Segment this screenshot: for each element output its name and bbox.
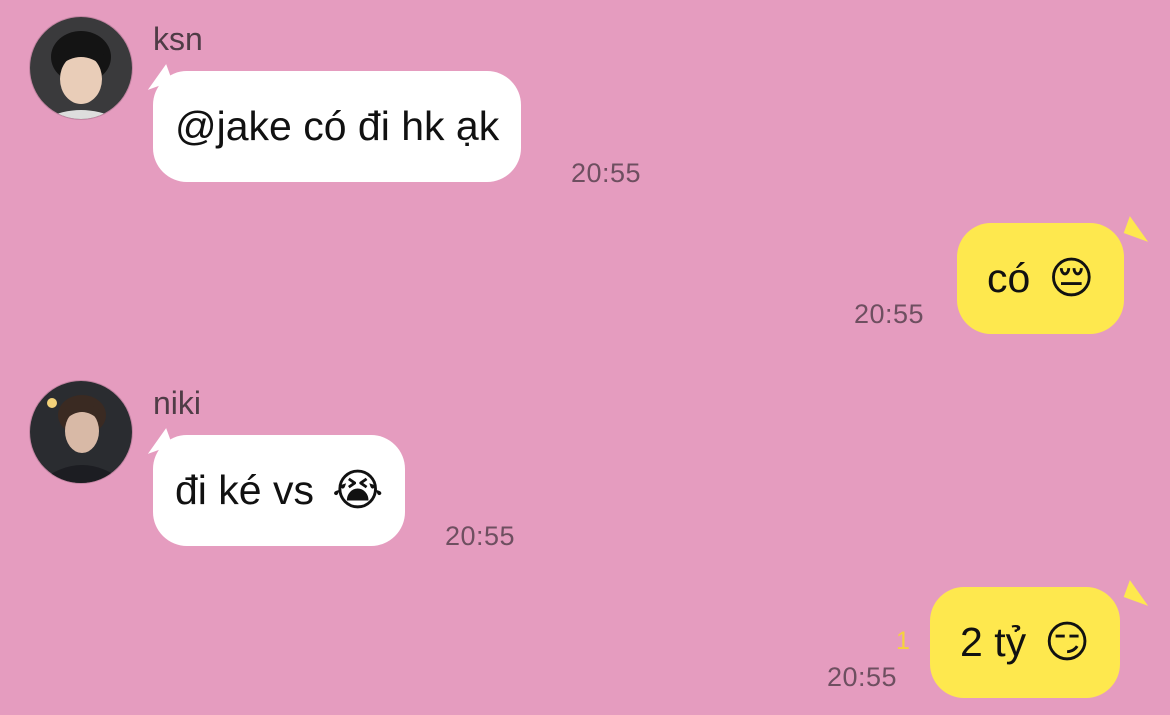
crying-face-emoji-icon: 😭 xyxy=(332,465,384,516)
sender-avatar-ksn[interactable] xyxy=(30,17,132,119)
message-bubble[interactable]: có 😔 xyxy=(957,223,1125,334)
sender-name: niki xyxy=(153,385,202,421)
pensive-face-emoji-icon: 😔 xyxy=(1048,253,1095,304)
message-bubble[interactable]: đi ké vs 😭 xyxy=(153,435,406,546)
bubble-tail xyxy=(1123,216,1155,242)
message-timestamp: 20:55 xyxy=(854,299,925,329)
bubble-tail xyxy=(1123,580,1155,606)
sender-avatar-niki[interactable] xyxy=(30,381,132,483)
message-timestamp: 20:55 xyxy=(571,158,642,188)
message-text: có xyxy=(987,255,1031,301)
message-bubble[interactable]: @jake có đi hk ạk xyxy=(153,71,522,182)
message-timestamp: 20:55 xyxy=(445,521,516,551)
message-text: đi ké vs xyxy=(175,467,314,513)
message-timestamp: 20:55 xyxy=(827,662,898,692)
avatar-photo-icon xyxy=(30,381,132,483)
message-bubble[interactable]: 2 tỷ 😏 xyxy=(930,587,1120,698)
unread-count: 1 xyxy=(896,627,910,655)
sender-name: ksn xyxy=(153,21,203,57)
message-text: @jake có đi hk ạk xyxy=(175,103,500,149)
avatar-photo-icon xyxy=(30,17,132,119)
message-text: 2 tỷ xyxy=(960,619,1027,665)
smirking-face-emoji-icon: 😏 xyxy=(1044,617,1090,668)
